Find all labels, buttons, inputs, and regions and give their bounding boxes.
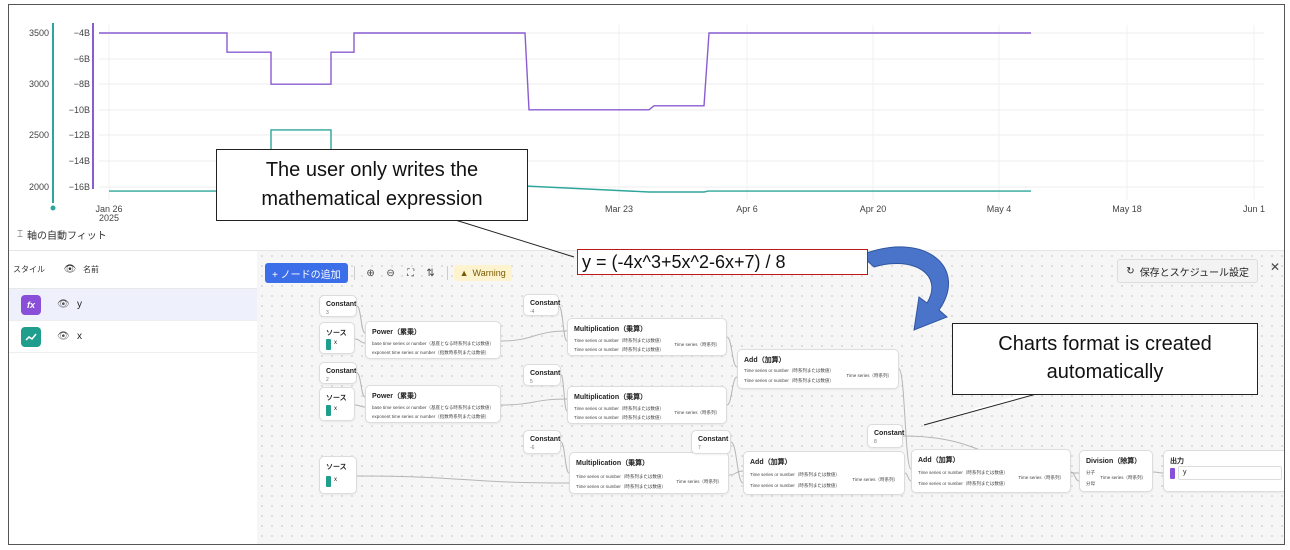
expression-box: y = (-4x^3+5x^2-6x+7) / 8 (577, 249, 868, 275)
callout-line: mathematical expression (261, 188, 483, 210)
user-writes-callout: The user only writes the mathematical ex… (216, 149, 528, 221)
callout-pointer-user (429, 217, 575, 258)
callout-line: The user only writes the (265, 159, 479, 181)
callout-line: Charts format is created (998, 333, 1212, 355)
screenshot-frame: 3500 3000 2500 2000 −4B −6B −8B −10B −12B −14B −16… (8, 4, 1285, 545)
curved-arrow-icon (860, 246, 950, 331)
annotation-layer (429, 217, 1070, 426)
charts-format-callout: Charts format is created automatically (952, 323, 1258, 395)
callout-line: automatically (1046, 361, 1164, 383)
